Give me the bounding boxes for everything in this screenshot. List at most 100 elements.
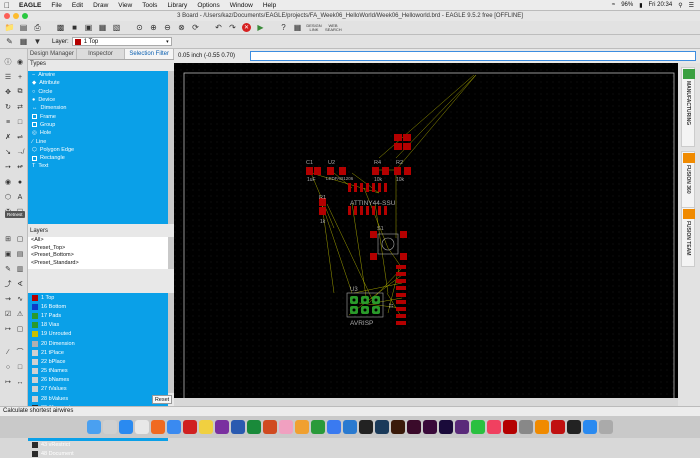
battery-icon[interactable]: ▮	[639, 2, 642, 9]
menu-tools[interactable]: Tools	[137, 2, 162, 9]
design-link-button[interactable]: DESIGN LINK	[306, 23, 322, 32]
layer-item[interactable]: 19 Unrouted	[28, 330, 168, 339]
photoshop-icon[interactable]	[375, 420, 389, 434]
control-center-icon[interactable]: ☰	[689, 2, 694, 9]
preset-item[interactable]: <Preset_Top>	[28, 245, 168, 253]
layer-item[interactable]: 27 tValues	[28, 385, 168, 394]
undo-icon[interactable]: ↶	[213, 22, 224, 33]
layer-item[interactable]: 43 vRestrict	[28, 440, 168, 449]
text-icon[interactable]: A	[15, 192, 25, 202]
route-icon[interactable]: ↘	[3, 147, 13, 157]
ripup-icon[interactable]: ↛	[15, 147, 25, 157]
rotate-icon[interactable]: ↻	[3, 102, 13, 112]
minimize-window-button[interactable]	[13, 13, 19, 19]
web-search-button[interactable]: WEB SEARCH	[325, 23, 342, 32]
rectangle-icon[interactable]: □	[15, 362, 25, 372]
arc-icon[interactable]: ⌒	[15, 347, 25, 357]
menu-window[interactable]: Window	[225, 2, 258, 9]
layer-item[interactable]: 48 Document	[28, 449, 168, 458]
copy-icon[interactable]: ⧉	[15, 87, 25, 97]
paste-icon[interactable]: ▥	[15, 264, 25, 274]
via-icon[interactable]: ◉	[3, 177, 13, 187]
open-icon[interactable]: 📁	[4, 22, 15, 33]
keynote-icon[interactable]	[327, 420, 341, 434]
chrome-icon[interactable]	[135, 420, 149, 434]
mail-icon[interactable]	[167, 420, 181, 434]
zoom-out-icon[interactable]: ⊖	[162, 22, 173, 33]
trash-icon[interactable]	[599, 420, 613, 434]
app-store-icon[interactable]	[583, 420, 597, 434]
attribute-icon[interactable]: ⚠	[15, 309, 25, 319]
type-item-device[interactable]: ● Device	[28, 96, 168, 104]
miter-icon[interactable]: ∢	[15, 279, 25, 289]
zoom-window-button[interactable]	[22, 13, 28, 19]
acrobat-icon[interactable]	[183, 420, 197, 434]
filter-icon[interactable]: ▼	[32, 36, 43, 47]
reset-button[interactable]: Reset	[152, 395, 172, 404]
layer-item[interactable]: 18 Vias	[28, 321, 168, 330]
menu-app-name[interactable]: EAGLE	[14, 2, 46, 9]
notes-icon[interactable]	[199, 420, 213, 434]
tab-fusion-360[interactable]: FUSION 360	[681, 151, 695, 211]
preset-item[interactable]: <Preset_Standard>	[28, 260, 168, 268]
board-canvas[interactable]: C1 1uF U2 LEDFAB1206 R4 10k R2 10k ATTIN…	[174, 63, 678, 406]
pencil-icon[interactable]: ✎	[4, 36, 15, 47]
save-icon[interactable]: ▤	[18, 22, 29, 33]
close-window-button[interactable]	[4, 13, 10, 19]
photos-icon[interactable]	[279, 420, 293, 434]
show-icon[interactable]: ◉	[15, 57, 25, 67]
finder-icon[interactable]	[87, 420, 101, 434]
type-item-line[interactable]: ∕ Line	[28, 137, 168, 145]
dimension-icon[interactable]: ↦	[3, 324, 13, 334]
word-icon[interactable]	[231, 420, 245, 434]
menu-file[interactable]: File	[46, 2, 66, 9]
move-icon[interactable]: ✥	[3, 87, 13, 97]
split-icon[interactable]: ⤴	[3, 279, 13, 289]
name-icon[interactable]: ▢	[15, 234, 25, 244]
ruler-icon[interactable]: ↔	[15, 377, 25, 387]
layer-item[interactable]: 26 bNames	[28, 376, 168, 385]
polygon-icon[interactable]: ⬡	[3, 192, 13, 202]
menu-view[interactable]: View	[113, 2, 137, 9]
layer-item[interactable]: 20 Dimension	[28, 339, 168, 348]
layer-item[interactable]: 1 Top	[28, 293, 168, 302]
slack-icon[interactable]	[455, 420, 469, 434]
board-switch-icon[interactable]: ■	[69, 22, 80, 33]
tab-manufacturing[interactable]: MANUFACTURING	[681, 67, 695, 147]
frame-icon[interactable]: ▢	[15, 324, 25, 334]
ulp-icon[interactable]: ▦	[97, 22, 108, 33]
excel-icon[interactable]	[247, 420, 261, 434]
tab-selection-filter[interactable]: Selection Filter	[125, 49, 175, 59]
firefox-icon[interactable]	[151, 420, 165, 434]
measure-icon[interactable]: ↦	[3, 377, 13, 387]
premiere-icon[interactable]	[439, 420, 453, 434]
type-item-circle[interactable]: ○ Circle	[28, 88, 168, 96]
replace-icon[interactable]: ⇌	[15, 132, 25, 142]
type-item-frame[interactable]: Frame	[28, 112, 168, 120]
tab-inspector[interactable]: Inspector	[76, 49, 126, 59]
terminal-icon[interactable]	[359, 420, 373, 434]
battery-percent[interactable]: 96%	[621, 2, 633, 8]
group-icon[interactable]: □	[15, 117, 25, 127]
zoom-fit-icon[interactable]: ⊙	[134, 22, 145, 33]
clock[interactable]: Fri 20:34	[649, 2, 673, 8]
menu-options[interactable]: Options	[192, 2, 224, 9]
layer-item[interactable]: 25 tNames	[28, 367, 168, 376]
type-item-rectangle[interactable]: Rectangle	[28, 154, 168, 162]
circle-icon[interactable]: ○	[3, 362, 13, 372]
zoom-select-icon[interactable]: ⊗	[176, 22, 187, 33]
launchpad-icon[interactable]	[103, 420, 117, 434]
command-line-input[interactable]	[250, 51, 696, 61]
go-icon[interactable]: ▶	[255, 22, 266, 33]
type-item-polygon-edge[interactable]: ⬡ Polygon Edge	[28, 146, 168, 154]
type-item-hole[interactable]: ◎ Hole	[28, 129, 168, 137]
type-item-attribute[interactable]: ◆ Attribute	[28, 79, 168, 87]
search-icon[interactable]: ⚲	[678, 2, 682, 9]
layer-item[interactable]: 17 Pads	[28, 311, 168, 320]
numbers-icon[interactable]	[311, 420, 325, 434]
lock-icon[interactable]: ☑	[3, 309, 13, 319]
line-icon[interactable]	[471, 420, 485, 434]
fusion-icon[interactable]	[535, 420, 549, 434]
settings-icon[interactable]	[519, 420, 533, 434]
print-icon[interactable]: ⎙	[32, 22, 43, 33]
